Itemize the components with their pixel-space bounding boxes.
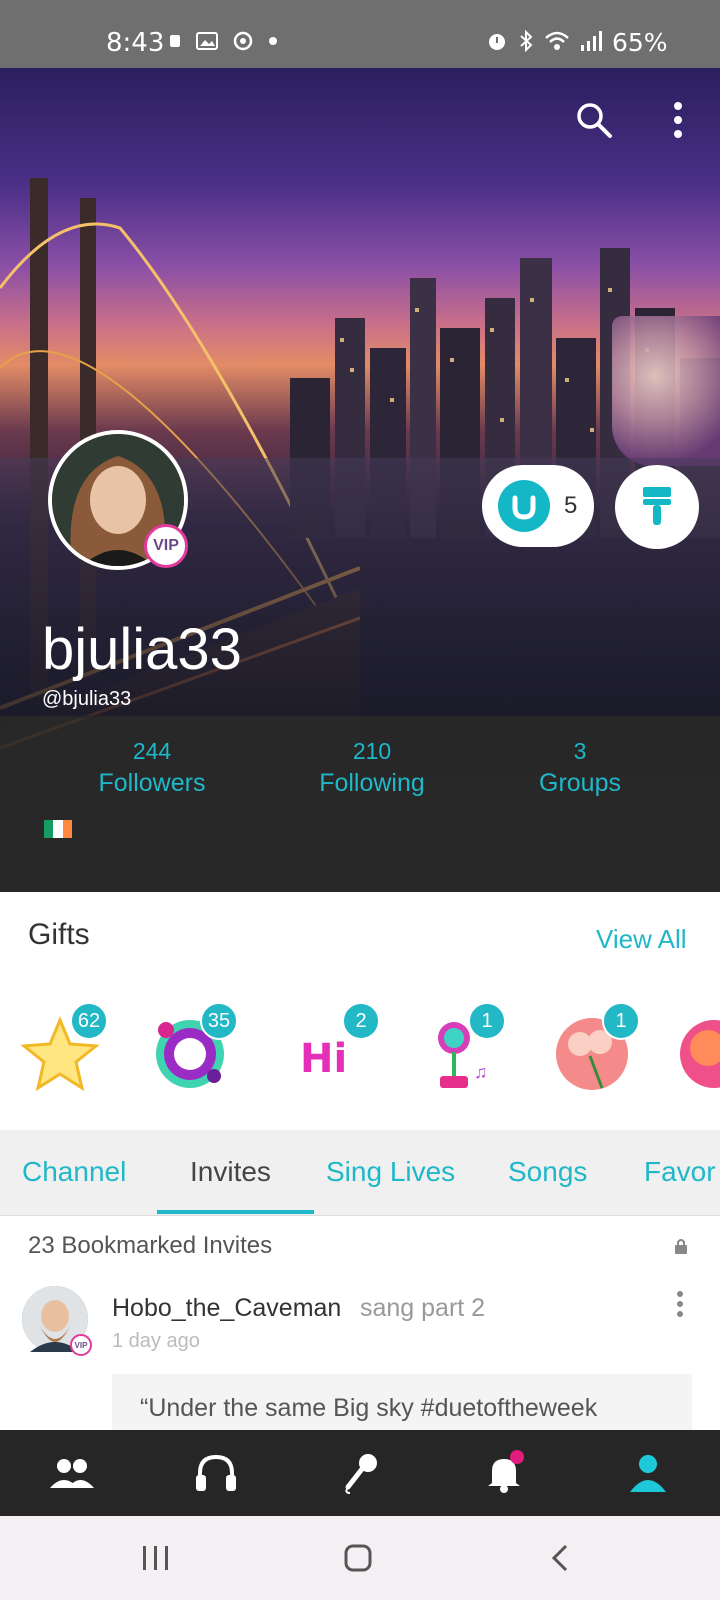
nav-profile[interactable] [620, 1448, 676, 1498]
microphone-icon [345, 1454, 377, 1494]
status-bar: 8:43 65% [0, 0, 720, 68]
nav-people[interactable] [44, 1448, 100, 1498]
gift-star[interactable]: 62 [18, 1002, 110, 1104]
followers-stat[interactable]: 244 Followers [92, 738, 212, 798]
back-button[interactable] [538, 1538, 582, 1578]
coin-icon [498, 480, 550, 532]
tab-favorites[interactable]: Favor [644, 1156, 716, 1188]
gift-flower[interactable]: ♫ 1 [416, 1002, 508, 1104]
bottom-nav [0, 1430, 720, 1516]
followers-label: Followers [98, 769, 206, 797]
vip-badge: VIP [144, 524, 188, 568]
bluetooth-icon [520, 30, 533, 52]
gallery-icon [196, 32, 218, 50]
home-button[interactable] [336, 1538, 380, 1578]
gift-partial[interactable] [672, 1012, 720, 1104]
paint-brush-icon [643, 487, 671, 525]
ireland-flag-icon [44, 820, 72, 838]
tab-invites[interactable]: Invites [190, 1156, 271, 1188]
home-icon [344, 1544, 372, 1572]
profile-handle: @bjulia33 [42, 688, 132, 710]
wifi-icon [545, 31, 569, 50]
more-options-button[interactable] [654, 96, 702, 144]
feed-vip-badge: VIP [70, 1334, 92, 1356]
gift-count-badge: 62 [70, 1002, 108, 1040]
customize-profile-button[interactable] [615, 465, 699, 549]
groups-label: Groups [539, 769, 621, 797]
signal-icon [581, 31, 602, 51]
profile-cover: VIP 5 bjulia33 @bjulia33 244 Followers 2… [0, 68, 720, 892]
profile-avatar[interactable]: VIP [48, 430, 188, 570]
search-icon [577, 103, 612, 138]
tab-songs[interactable]: Songs [508, 1156, 587, 1188]
people-icon [50, 1459, 94, 1488]
status-right-icons [486, 30, 604, 52]
sim-icon [170, 35, 180, 47]
alarm-icon [489, 34, 505, 50]
active-tab-indicator [157, 1210, 314, 1214]
gift-count-badge: 1 [602, 1002, 640, 1040]
search-button[interactable] [570, 96, 618, 144]
groups-stat[interactable]: 3 Groups [522, 738, 638, 798]
notification-dot [510, 1450, 524, 1464]
gift-splash[interactable]: 35 [148, 1002, 240, 1104]
dot-icon [269, 37, 277, 45]
recents-icon [143, 1546, 168, 1570]
profile-icon [630, 1455, 666, 1492]
nav-notifications[interactable] [476, 1448, 532, 1498]
status-time: 8:43 [106, 28, 165, 58]
feed-username[interactable]: Hobo_the_Caveman [112, 1294, 341, 1323]
nav-sing[interactable] [332, 1448, 388, 1498]
profile-stats: 244 Followers 210 Following 3 Groups [0, 716, 720, 892]
svg-text:♫: ♫ [474, 1062, 488, 1082]
gift-count-badge: 35 [200, 1002, 238, 1040]
battery-level: 65% [612, 28, 668, 57]
coin-count: 5 [564, 492, 578, 519]
bookmarked-invites-count: 23 Bookmarked Invites [28, 1232, 273, 1259]
gift-count-badge: 2 [342, 1002, 380, 1040]
tab-sing-lives[interactable]: Sing Lives [326, 1156, 455, 1188]
lock-icon [675, 1239, 687, 1254]
following-label: Following [319, 769, 425, 797]
tab-channel[interactable]: Channel [22, 1156, 126, 1188]
feed-timestamp: 1 day ago [112, 1330, 200, 1352]
feed-action-text: sang part 2 [360, 1294, 486, 1322]
status-left-icons [168, 30, 278, 52]
system-nav-bar [0, 1516, 720, 1600]
feed-more-button[interactable] [676, 1290, 684, 1323]
gift-bouquet[interactable]: 1 [550, 1002, 642, 1104]
svg-text:Hi: Hi [300, 1036, 347, 1082]
feed-quote-card[interactable]: “Under the same Big sky #duetoftheweek [112, 1374, 692, 1434]
feed-quote-text: “Under the same Big sky #duetoftheweek [140, 1394, 598, 1422]
recents-button[interactable] [134, 1538, 178, 1578]
profile-display-name: bjulia33 [42, 617, 242, 682]
gift-count-badge: 1 [468, 1002, 506, 1040]
following-stat[interactable]: 210 Following [310, 738, 434, 798]
sync-icon [233, 31, 253, 51]
back-icon [551, 1544, 568, 1572]
gifts-title: Gifts [28, 918, 90, 951]
more-vertical-icon [674, 102, 682, 138]
cover-portrait-overlay [612, 316, 720, 466]
following-count: 210 [352, 738, 392, 764]
view-all-gifts-link[interactable]: View All [596, 924, 687, 955]
profile-tabs: Channel Invites Sing Lives Songs Favor [0, 1130, 720, 1216]
followers-count: 244 [132, 738, 172, 764]
coins-button[interactable]: 5 [482, 465, 594, 547]
headphones-icon [196, 1454, 236, 1491]
partial-gift-icon [672, 1012, 720, 1096]
more-vertical-icon [677, 1291, 683, 1317]
groups-count: 3 [573, 738, 587, 764]
nav-listen[interactable] [188, 1448, 244, 1498]
gift-hi[interactable]: Hi 2 [290, 1002, 382, 1104]
